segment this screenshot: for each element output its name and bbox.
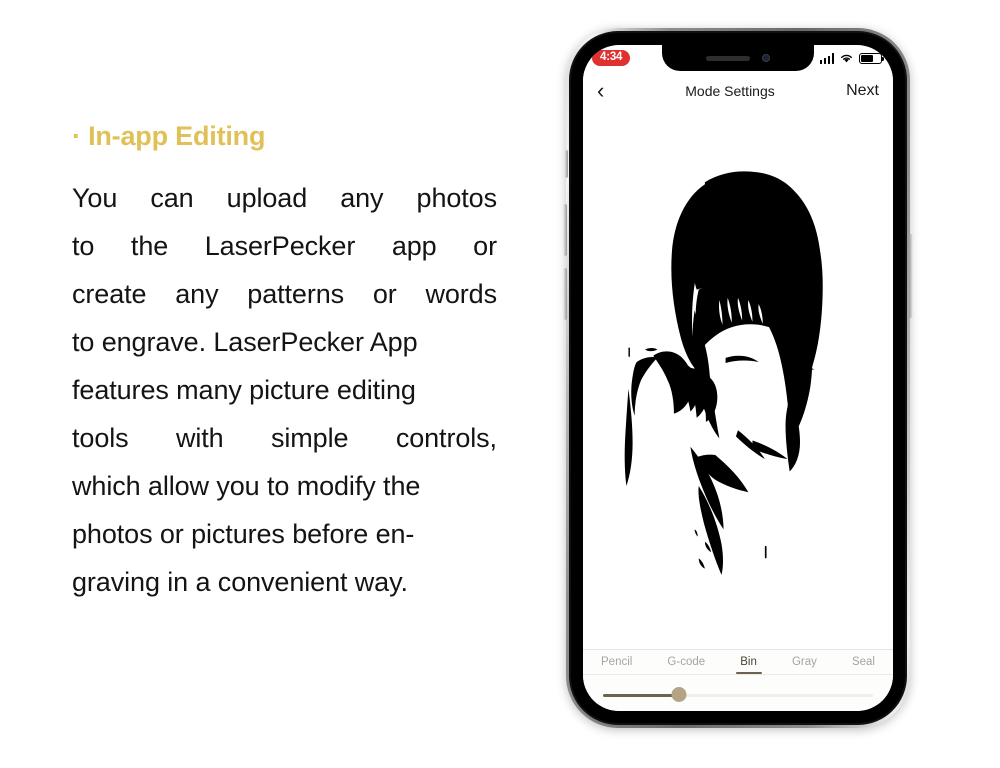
- paragraph-line: features many picture editing: [72, 374, 416, 405]
- phone-screen: 4:34 ‹ Mode Settings Next Pencil G-code …: [583, 45, 893, 711]
- volume-up-button[interactable]: [563, 204, 567, 256]
- tab-pencil[interactable]: Pencil: [601, 656, 632, 674]
- image-canvas[interactable]: [583, 111, 893, 649]
- slider-thumb[interactable]: [671, 687, 687, 702]
- tab-gcode[interactable]: G-code: [667, 656, 705, 674]
- line-word: photos: [416, 182, 498, 213]
- line-word: with: [175, 422, 224, 453]
- page-title: · In-app Editing: [72, 121, 266, 151]
- line-word: words: [425, 278, 497, 309]
- tab-bin[interactable]: Bin: [740, 656, 757, 674]
- line-word: upload: [226, 182, 308, 213]
- line-word: patterns: [247, 278, 345, 309]
- paragraph-line: You can upload any photos: [72, 174, 497, 222]
- status-icons: [819, 52, 885, 64]
- volume-down-button[interactable]: [563, 268, 567, 320]
- line-word: the: [130, 230, 169, 261]
- mode-tabs: Pencil G-code Bin Gray Seal: [583, 650, 893, 675]
- battery-icon: [859, 53, 885, 64]
- phone-mockup: 4:34 ‹ Mode Settings Next Pencil G-code …: [563, 28, 913, 728]
- front-camera-icon: [762, 54, 770, 62]
- threshold-slider[interactable]: [603, 687, 873, 702]
- paragraph-line: photos or pictures before en-: [72, 518, 415, 549]
- paragraph-line: graving in a convenient way.: [72, 566, 408, 597]
- next-button[interactable]: Next: [837, 82, 879, 100]
- paragraph-line: to engrave. LaserPecker App: [72, 326, 418, 357]
- line-word: can: [150, 182, 194, 213]
- portrait-artwork: [583, 145, 893, 579]
- paragraph-line: to the LaserPecker app or: [72, 222, 497, 270]
- paragraph-line: tools with simple controls,: [72, 414, 497, 462]
- tab-gray[interactable]: Gray: [792, 656, 817, 674]
- power-button[interactable]: [909, 234, 913, 318]
- tab-seal[interactable]: Seal: [852, 656, 875, 674]
- recording-time-pill: 4:34: [592, 49, 631, 67]
- mute-switch-button[interactable]: [564, 150, 568, 178]
- line-word: or: [372, 278, 397, 309]
- line-word: simple: [270, 422, 349, 453]
- line-word: any: [175, 278, 219, 309]
- line-word: any: [340, 182, 384, 213]
- line-word: or: [473, 230, 497, 261]
- article-paragraph: You can upload any photos to the LaserPecker ap…: [72, 174, 497, 606]
- paragraph-line: create any patterns or words: [72, 270, 497, 318]
- battery-fill: [861, 55, 873, 62]
- nav-bar: ‹ Mode Settings Next: [583, 71, 893, 111]
- line-word: create: [72, 278, 147, 309]
- threshold-slider-row: [583, 675, 893, 702]
- line-word: to: [72, 230, 95, 261]
- tool-panel: Pencil G-code Bin Gray Seal: [583, 649, 893, 711]
- paragraph-line: which allow you to modify the: [72, 470, 421, 501]
- phone-notch: [662, 45, 814, 71]
- line-word: You: [72, 182, 118, 213]
- line-word: LaserPecker: [204, 230, 356, 261]
- nav-title: Mode Settings: [685, 83, 775, 99]
- line-word: controls,: [395, 422, 497, 453]
- line-word: app: [391, 230, 437, 261]
- signal-bars-icon: [819, 53, 834, 64]
- slider-track-fill: [603, 694, 679, 697]
- wifi-icon: [841, 54, 852, 63]
- article-text-column: · In-app Editing You can upload any photos t…: [72, 121, 497, 606]
- earpiece-speaker-icon: [706, 55, 750, 61]
- line-word: tools: [72, 422, 129, 453]
- back-chevron-icon[interactable]: ‹: [597, 80, 623, 102]
